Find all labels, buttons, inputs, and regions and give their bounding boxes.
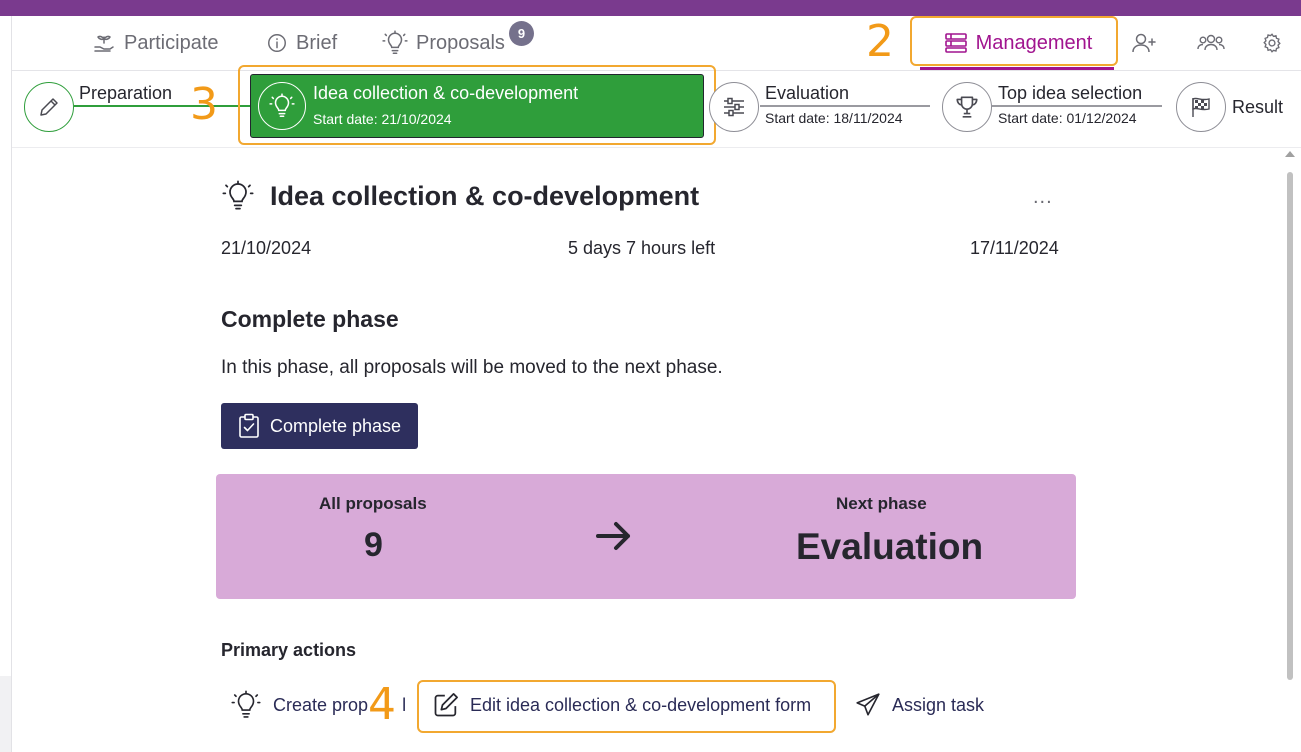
phase-preparation-button[interactable] xyxy=(24,82,74,132)
active-tab-indicator xyxy=(920,67,1114,70)
next-phase-name: Evaluation xyxy=(796,526,984,567)
scroll-up-arrow[interactable] xyxy=(1285,151,1295,157)
annotation-number-4: 4 xyxy=(368,679,396,730)
tab-participate-label: Participate xyxy=(124,31,219,54)
scrollbar-thumb[interactable] xyxy=(1287,172,1293,680)
phase-stepper: Preparation 3 Idea collection & co-devel… xyxy=(12,65,1301,148)
info-icon xyxy=(268,34,286,52)
top-accent-bar xyxy=(0,0,1301,16)
phase-title: Idea collection & co-development xyxy=(270,181,700,211)
phase-time-left: 5 days 7 hours left xyxy=(568,238,716,258)
group-icon xyxy=(1197,34,1225,51)
primary-actions-heading: Primary actions xyxy=(221,640,357,660)
add-user-button[interactable] xyxy=(1129,28,1159,58)
top-navigation: Participate Brief Proposals 9 2 Manageme… xyxy=(12,16,1301,71)
sprout-hand-icon xyxy=(94,35,114,52)
sliders-icon xyxy=(724,97,744,117)
paper-plane-icon xyxy=(856,693,880,716)
annotation-number-2: 2 xyxy=(866,16,894,67)
stepper-line-evaluation xyxy=(760,105,930,107)
stepper-line-preparation xyxy=(74,105,254,107)
lightbulb-icon xyxy=(222,180,254,210)
create-proposal-label: Create prop xyxy=(273,694,369,715)
phase-result-button[interactable] xyxy=(1176,82,1226,132)
tab-proposals-label: Proposals xyxy=(416,31,505,54)
phase-start-date: 21/10/2024 xyxy=(221,238,312,258)
annotation-highlight-edit-form xyxy=(417,680,836,733)
tab-participate[interactable]: Participate xyxy=(92,16,219,70)
add-user-icon xyxy=(1132,33,1156,53)
phase-preparation-label[interactable]: Preparation xyxy=(79,83,175,104)
complete-phase-button[interactable]: Complete phase xyxy=(221,403,418,449)
pencil-icon xyxy=(40,98,58,116)
proposals-count-badge: 9 xyxy=(509,21,534,46)
settings-gear-icon xyxy=(1263,33,1281,53)
checkered-flag-icon xyxy=(1192,97,1210,117)
next-phase-label: Next phase xyxy=(836,494,927,513)
annotation-number-3: 3 xyxy=(190,79,218,130)
stepper-line-top-idea xyxy=(992,105,1162,107)
complete-phase-button-label: Complete phase xyxy=(269,415,402,436)
lightbulb-icon xyxy=(231,690,261,718)
all-proposals-count: 9 xyxy=(364,526,383,564)
all-proposals-label: All proposals xyxy=(319,494,427,513)
phase-top-idea-button[interactable] xyxy=(942,82,992,132)
tab-brief[interactable]: Brief xyxy=(266,16,337,70)
left-gutter xyxy=(0,16,12,752)
assign-task-action[interactable]: Assign task xyxy=(854,690,984,720)
assign-task-label: Assign task xyxy=(892,694,985,715)
settings-button[interactable] xyxy=(1257,28,1287,58)
create-proposal-label-tail: l xyxy=(402,694,407,715)
phase-top-idea-date: Start date: 01/12/2024 xyxy=(998,110,1137,126)
phase-evaluation-label[interactable]: Evaluation xyxy=(765,83,854,104)
trophy-icon xyxy=(956,96,978,118)
more-options-button[interactable]: ... xyxy=(1033,186,1053,209)
tab-brief-label: Brief xyxy=(296,31,338,54)
complete-phase-heading: Complete phase xyxy=(221,306,399,332)
lightbulb-icon xyxy=(382,30,408,55)
left-gutter-panel xyxy=(0,676,11,752)
phase-result-label[interactable]: Result xyxy=(1232,97,1283,118)
annotation-highlight-management xyxy=(910,16,1118,66)
tab-proposals[interactable]: Proposals xyxy=(382,16,505,70)
clipboard-check-icon xyxy=(239,413,259,438)
complete-phase-description: In this phase, all proposals will be mov… xyxy=(221,357,723,378)
phase-transition-summary: All proposals 9 Next phase Evaluation xyxy=(216,474,1076,599)
phase-end-date: 17/11/2024 xyxy=(970,238,1059,258)
arrow-right-icon xyxy=(596,522,630,550)
groups-button[interactable] xyxy=(1194,28,1228,58)
phase-evaluation-date: Start date: 18/11/2024 xyxy=(765,110,903,126)
phase-evaluation-button[interactable] xyxy=(709,82,759,132)
annotation-highlight-active-phase xyxy=(238,65,716,145)
phase-top-idea-label[interactable]: Top idea selection xyxy=(998,83,1147,104)
